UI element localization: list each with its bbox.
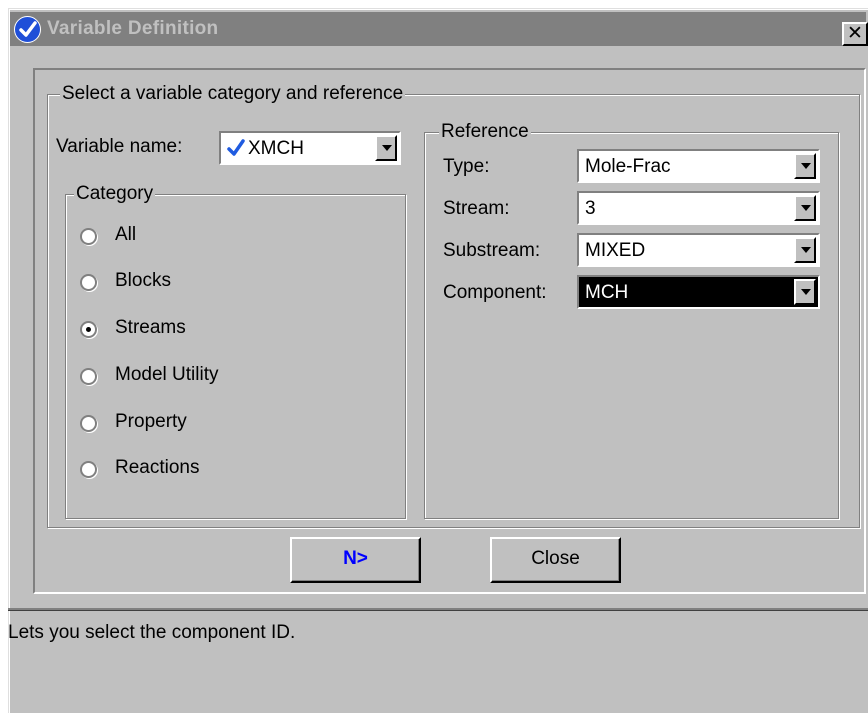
type-dropdown[interactable]: Mole-Frac bbox=[577, 149, 820, 183]
radio-property[interactable] bbox=[80, 415, 97, 432]
reference-group: Reference Type: Mole-Frac Stream: 3 Subs… bbox=[424, 120, 839, 519]
category-legend: Category bbox=[74, 182, 156, 206]
category-option-label: Blocks bbox=[115, 270, 171, 291]
category-option-label: Reactions bbox=[115, 457, 200, 478]
window-title: Variable Definition bbox=[47, 18, 219, 39]
status-bar: Lets you select the component ID. bbox=[8, 608, 868, 715]
component-value: MCH bbox=[585, 282, 629, 303]
category-option-label: Model Utility bbox=[115, 364, 219, 385]
type-label: Type: bbox=[443, 156, 490, 177]
component-dropdown[interactable]: MCH bbox=[577, 275, 820, 309]
substream-dropdown[interactable]: MIXED bbox=[577, 233, 820, 267]
variable-name-label: Variable name: bbox=[56, 136, 183, 157]
chevron-down-icon[interactable] bbox=[794, 153, 816, 179]
close-button[interactable]: Close bbox=[490, 537, 621, 583]
title-bar[interactable]: Variable Definition ✕ bbox=[10, 12, 868, 46]
chevron-down-icon[interactable] bbox=[794, 237, 816, 263]
status-text: Lets you select the component ID. bbox=[8, 622, 296, 643]
reference-legend: Reference bbox=[439, 120, 531, 144]
chevron-down-icon[interactable] bbox=[794, 279, 816, 305]
variable-name-value: XMCH bbox=[248, 138, 304, 159]
chevron-down-icon[interactable] bbox=[794, 195, 816, 221]
close-icon[interactable]: ✕ bbox=[842, 22, 868, 46]
radio-blocks[interactable] bbox=[80, 274, 97, 291]
checkmark-icon bbox=[14, 16, 41, 43]
radio-model-utility[interactable] bbox=[80, 368, 97, 385]
category-option-label: All bbox=[115, 224, 137, 245]
stream-value: 3 bbox=[585, 198, 596, 219]
selection-group-legend: Select a variable category and reference bbox=[60, 82, 406, 106]
category-option-label: Streams bbox=[115, 317, 186, 338]
radio-streams[interactable] bbox=[80, 321, 97, 338]
stream-dropdown[interactable]: 3 bbox=[577, 191, 820, 225]
type-value: Mole-Frac bbox=[585, 156, 671, 177]
substream-label: Substream: bbox=[443, 240, 541, 261]
substream-value: MIXED bbox=[585, 240, 646, 261]
variable-name-dropdown[interactable]: XMCH bbox=[219, 131, 401, 165]
category-option-label: Property bbox=[115, 411, 187, 432]
component-label: Component: bbox=[443, 282, 547, 303]
stream-label: Stream: bbox=[443, 198, 510, 219]
next-button[interactable]: N> bbox=[290, 537, 421, 583]
checkmark-icon bbox=[226, 138, 246, 164]
radio-reactions[interactable] bbox=[80, 461, 97, 478]
chevron-down-icon[interactable] bbox=[375, 135, 397, 161]
radio-all[interactable] bbox=[80, 228, 97, 245]
